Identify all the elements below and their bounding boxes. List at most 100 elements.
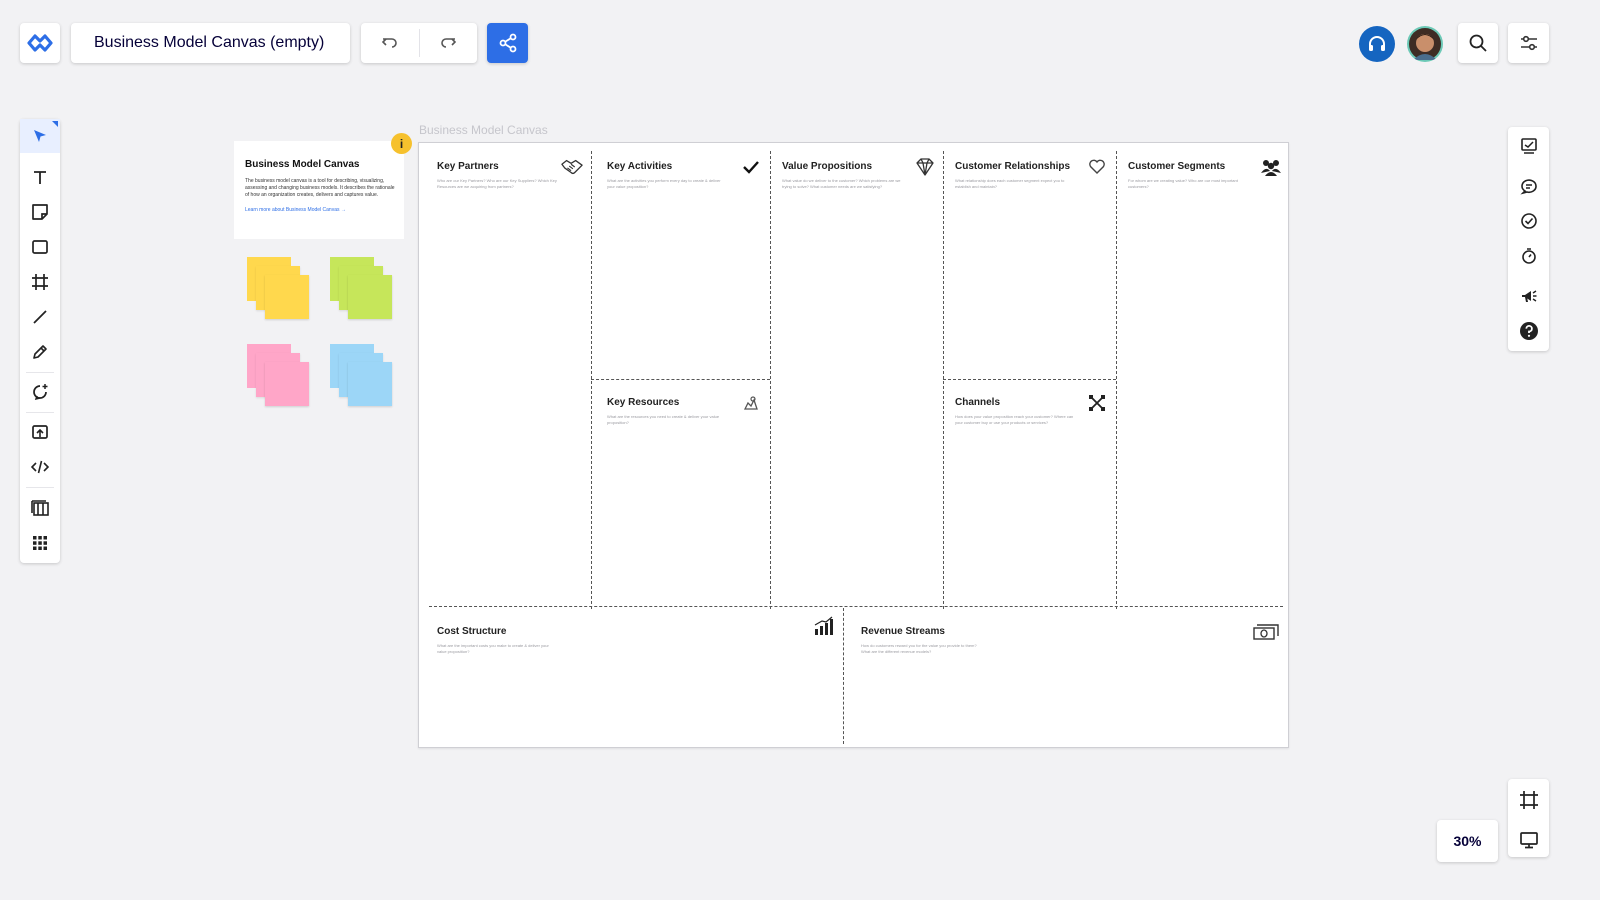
templates-icon bbox=[31, 500, 49, 516]
section-questions: How do customers reward you for the valu… bbox=[861, 643, 977, 654]
section-customer-segments[interactable]: Customer Segments For whom are we creati… bbox=[1110, 143, 1290, 606]
section-channels[interactable]: Channels How does your value proposition… bbox=[937, 379, 1116, 606]
headphones-icon bbox=[1369, 36, 1385, 51]
logo-icon[interactable] bbox=[20, 23, 60, 63]
board-title-text: Business Model Canvas (empty) bbox=[94, 34, 325, 51]
present-button[interactable] bbox=[1508, 823, 1549, 857]
section-customer-relationships[interactable]: Customer Relationships What relationship… bbox=[937, 143, 1116, 379]
frame-icon bbox=[1519, 791, 1538, 809]
section-revenue-streams[interactable]: Revenue Streams How do customers reward … bbox=[843, 608, 1289, 748]
upload-icon bbox=[32, 425, 48, 439]
section-questions: What are the resources you need to creat… bbox=[607, 414, 720, 425]
section-title: Key Resources bbox=[607, 397, 680, 408]
templates-tool[interactable] bbox=[20, 491, 60, 525]
board-title[interactable]: Business Model Canvas (empty) bbox=[71, 23, 350, 63]
business-model-canvas-frame[interactable]: Key Partners Who are our Key Partners? W… bbox=[418, 142, 1289, 748]
section-questions: What are the activities you perform ever… bbox=[607, 178, 721, 189]
frame-title[interactable]: Business Model Canvas bbox=[419, 123, 548, 137]
bar-chart-icon bbox=[813, 616, 835, 636]
select-tool[interactable] bbox=[20, 119, 60, 153]
text-tool[interactable] bbox=[20, 160, 60, 194]
pen-tool[interactable] bbox=[20, 335, 60, 369]
section-questions: What are the important costs you make to… bbox=[437, 643, 549, 654]
search-button[interactable] bbox=[1458, 23, 1498, 63]
megaphone-icon bbox=[1521, 290, 1536, 302]
left-toolbar bbox=[20, 119, 60, 563]
timer-button[interactable] bbox=[1508, 239, 1549, 273]
network-icon bbox=[1086, 393, 1108, 413]
announce-button[interactable] bbox=[1508, 279, 1549, 313]
presentation-button[interactable] bbox=[1508, 129, 1549, 163]
line-icon bbox=[33, 310, 47, 324]
question-icon bbox=[1519, 322, 1538, 340]
presentation-icon bbox=[1520, 138, 1537, 154]
section-questions: What relationship does each customer seg… bbox=[955, 178, 1065, 189]
code-icon bbox=[31, 460, 49, 474]
section-title: Customer Relationships bbox=[955, 161, 1071, 172]
section-key-resources[interactable]: Key Resources What are the resources you… bbox=[589, 379, 770, 606]
apps-tool[interactable] bbox=[20, 526, 60, 560]
sticky-stack-green[interactable] bbox=[330, 257, 392, 319]
check-button[interactable] bbox=[1508, 204, 1549, 238]
section-questions: Who are our Key Partners? Who are our Ke… bbox=[437, 178, 557, 189]
redo-icon bbox=[441, 38, 457, 48]
section-questions: For whom are we creating value? Who are … bbox=[1128, 178, 1238, 189]
grid-icon bbox=[33, 536, 47, 550]
heart-icon bbox=[1086, 157, 1108, 177]
section-value-propositions[interactable]: Value Propositions What value do we deli… bbox=[764, 143, 944, 606]
undo-button[interactable] bbox=[361, 23, 419, 63]
info-card[interactable]: Business Model Canvas The business model… bbox=[234, 141, 404, 239]
help-button[interactable] bbox=[1359, 26, 1395, 62]
frame-tool[interactable] bbox=[20, 265, 60, 299]
search-icon bbox=[1469, 34, 1487, 52]
people-group-icon bbox=[1260, 157, 1282, 177]
embed-tool[interactable] bbox=[20, 450, 60, 484]
frames-panel bbox=[1508, 779, 1549, 857]
rectangle-icon bbox=[32, 240, 48, 254]
info-card-description: The business model canvas is a tool for … bbox=[245, 178, 395, 198]
settings-button[interactable] bbox=[1508, 23, 1549, 63]
section-title: Key Activities bbox=[607, 161, 673, 172]
right-toolbar bbox=[1508, 127, 1549, 351]
sticky-note-icon bbox=[32, 204, 48, 220]
text-icon bbox=[34, 171, 46, 184]
info-card-link[interactable]: Learn more about Business Model Canvas → bbox=[245, 207, 393, 213]
info-card-title: Business Model Canvas bbox=[245, 159, 360, 170]
chat-icon bbox=[1519, 179, 1537, 195]
sticky-stack-pink[interactable] bbox=[247, 344, 309, 406]
section-cost-structure[interactable]: Cost Structure What are the important co… bbox=[419, 608, 843, 748]
chat-button[interactable] bbox=[1508, 169, 1549, 203]
comment-add-icon bbox=[33, 384, 48, 401]
line-tool[interactable] bbox=[20, 300, 60, 334]
undo-redo-group bbox=[361, 23, 477, 63]
zoom-level[interactable]: 30% bbox=[1437, 820, 1498, 862]
sticky-note-tool[interactable] bbox=[20, 195, 60, 229]
monitor-icon bbox=[1519, 832, 1538, 849]
comment-tool[interactable] bbox=[20, 375, 60, 409]
section-key-activities[interactable]: Key Activities What are the activities y… bbox=[589, 143, 770, 379]
sticky-stack-yellow[interactable] bbox=[247, 257, 309, 319]
zoom-level-text: 30% bbox=[1453, 833, 1482, 849]
cursor-icon bbox=[34, 130, 46, 142]
money-icon bbox=[1251, 622, 1281, 642]
handshake-icon bbox=[561, 157, 583, 177]
diamond-icon bbox=[914, 157, 936, 177]
section-questions: What value do we deliver to the customer… bbox=[782, 178, 901, 189]
help-center-button[interactable] bbox=[1508, 314, 1549, 348]
share-icon bbox=[499, 33, 516, 53]
info-icon[interactable]: i bbox=[391, 133, 412, 154]
checkmark-icon bbox=[740, 157, 762, 177]
section-title: Key Partners bbox=[437, 161, 499, 172]
redo-button[interactable] bbox=[420, 23, 478, 63]
info-badge-text: i bbox=[399, 136, 404, 151]
shape-tool[interactable] bbox=[20, 230, 60, 264]
upload-tool[interactable] bbox=[20, 415, 60, 449]
factory-icon bbox=[740, 393, 762, 413]
check-circle-icon bbox=[1520, 213, 1537, 229]
sticky-stack-blue[interactable] bbox=[330, 344, 392, 406]
frames-button[interactable] bbox=[1508, 783, 1549, 817]
share-button[interactable] bbox=[487, 23, 528, 63]
avatar[interactable] bbox=[1407, 26, 1443, 62]
section-title: Customer Segments bbox=[1128, 161, 1226, 172]
section-key-partners[interactable]: Key Partners Who are our Key Partners? W… bbox=[419, 143, 591, 379]
